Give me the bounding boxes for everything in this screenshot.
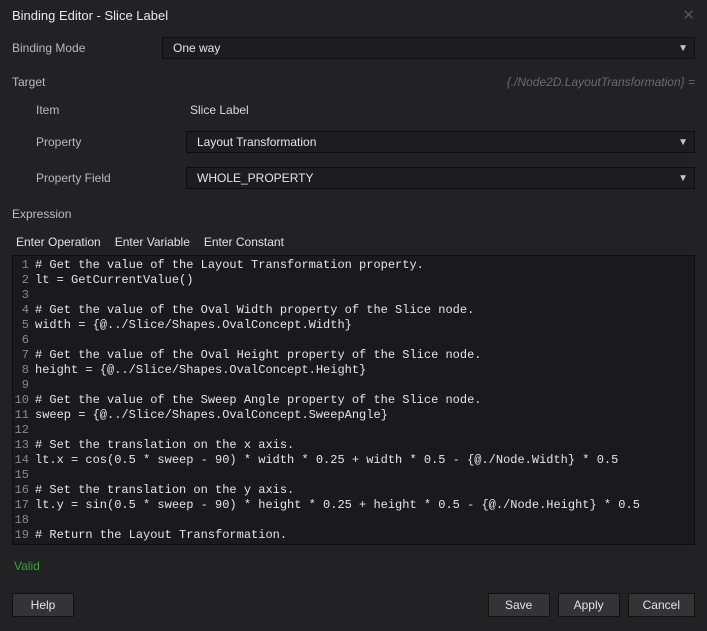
expression-panel: Enter Operation Enter Variable Enter Con… [12, 235, 695, 575]
apply-button[interactable]: Apply [558, 593, 620, 617]
code-line: 7# Get the value of the Oval Height prop… [13, 348, 694, 363]
code-line: 17lt.y = sin(0.5 * sweep - 90) * height … [13, 498, 694, 513]
code-text: width = {@../Slice/Shapes.OvalConcept.Wi… [35, 318, 352, 333]
binding-editor-window: Binding Editor - Slice Label ✕ Binding M… [0, 0, 707, 631]
property-field-label: Property Field [12, 171, 176, 185]
window-title: Binding Editor - Slice Label [12, 8, 168, 23]
save-button[interactable]: Save [488, 593, 550, 617]
enter-variable-button[interactable]: Enter Variable [115, 235, 190, 249]
code-line: 5width = {@../Slice/Shapes.OvalConcept.W… [13, 318, 694, 333]
line-number: 15 [13, 468, 35, 483]
code-text: # Get the value of the Oval Width proper… [35, 303, 474, 318]
code-text: # Get the value of the Sweep Angle prope… [35, 393, 481, 408]
item-value: Slice Label [186, 103, 249, 117]
code-line: 14lt.x = cos(0.5 * sweep - 90) * width *… [13, 453, 694, 468]
titlebar: Binding Editor - Slice Label ✕ [0, 0, 707, 37]
code-line: 18 [13, 513, 694, 528]
property-label: Property [12, 135, 176, 149]
line-number: 19 [13, 528, 35, 543]
line-number: 10 [13, 393, 35, 408]
line-number: 16 [13, 483, 35, 498]
chevron-down-icon: ▼ [678, 137, 688, 148]
line-number: 4 [13, 303, 35, 318]
chevron-down-icon: ▼ [678, 173, 688, 184]
expression-ops: Enter Operation Enter Variable Enter Con… [12, 235, 695, 249]
code-line: 4# Get the value of the Oval Width prope… [13, 303, 694, 318]
code-text: height = {@../Slice/Shapes.OvalConcept.H… [35, 363, 366, 378]
code-line: 15 [13, 468, 694, 483]
property-value: Layout Transformation [197, 135, 316, 149]
line-number: 12 [13, 423, 35, 438]
dialog-body: Binding Mode One way ▼ Target {./Node2D.… [0, 37, 707, 579]
expression-label: Expression [12, 207, 695, 221]
property-field-row: Property Field WHOLE_PROPERTY ▼ [12, 167, 695, 189]
line-number: 6 [13, 333, 35, 348]
enter-operation-button[interactable]: Enter Operation [16, 235, 101, 249]
property-select[interactable]: Layout Transformation ▼ [186, 131, 695, 153]
binding-mode-row: Binding Mode One way ▼ [12, 37, 695, 59]
line-number: 20 [13, 543, 35, 545]
help-button[interactable]: Help [12, 593, 74, 617]
line-number: 11 [13, 408, 35, 423]
cancel-button[interactable]: Cancel [628, 593, 695, 617]
code-line: 1# Get the value of the Layout Transform… [13, 258, 694, 273]
item-label: Item [12, 103, 176, 117]
code-text: # Set the translation on the x axis. [35, 438, 294, 453]
line-number: 13 [13, 438, 35, 453]
binding-mode-select[interactable]: One way ▼ [162, 37, 695, 59]
line-number: 17 [13, 498, 35, 513]
code-line: 16# Set the translation on the y axis. [13, 483, 694, 498]
code-line: 3 [13, 288, 694, 303]
code-text: lt [35, 543, 49, 545]
code-line: 19# Return the Layout Transformation. [13, 528, 694, 543]
code-line: 12 [13, 423, 694, 438]
expression-status: Valid [12, 551, 695, 575]
code-line: 13# Set the translation on the x axis. [13, 438, 694, 453]
footer: Help Save Apply Cancel [0, 579, 707, 631]
code-line: 8height = {@../Slice/Shapes.OvalConcept.… [13, 363, 694, 378]
code-text: # Return the Layout Transformation. [35, 528, 287, 543]
code-text: sweep = {@../Slice/Shapes.OvalConcept.Sw… [35, 408, 388, 423]
code-text: # Get the value of the Layout Transforma… [35, 258, 424, 273]
chevron-down-icon: ▼ [678, 43, 688, 54]
code-line: 11sweep = {@../Slice/Shapes.OvalConcept.… [13, 408, 694, 423]
enter-constant-button[interactable]: Enter Constant [204, 235, 284, 249]
code-line: 20lt [13, 543, 694, 545]
code-text: # Get the value of the Oval Height prope… [35, 348, 481, 363]
property-field-select[interactable]: WHOLE_PROPERTY ▼ [186, 167, 695, 189]
code-line: 10# Get the value of the Sweep Angle pro… [13, 393, 694, 408]
code-text: lt.y = sin(0.5 * sweep - 90) * height * … [35, 498, 640, 513]
target-row: Target {./Node2D.LayoutTransformation} = [12, 73, 695, 89]
line-number: 3 [13, 288, 35, 303]
property-row: Property Layout Transformation ▼ [12, 131, 695, 153]
code-text: # Set the translation on the y axis. [35, 483, 294, 498]
footer-button-group: Save Apply Cancel [488, 593, 695, 617]
code-line: 9 [13, 378, 694, 393]
line-number: 18 [13, 513, 35, 528]
expression-editor[interactable]: 1# Get the value of the Layout Transform… [12, 255, 695, 545]
target-label: Target [12, 75, 152, 89]
line-number: 8 [13, 363, 35, 378]
line-number: 9 [13, 378, 35, 393]
code-text: lt = GetCurrentValue() [35, 273, 193, 288]
code-text: lt.x = cos(0.5 * sweep - 90) * width * 0… [35, 453, 618, 468]
binding-mode-label: Binding Mode [12, 41, 152, 55]
line-number: 7 [13, 348, 35, 363]
property-field-value: WHOLE_PROPERTY [197, 171, 313, 185]
item-row: Item Slice Label [12, 103, 695, 117]
target-path: {./Node2D.LayoutTransformation} = [507, 75, 695, 89]
binding-mode-value: One way [173, 41, 220, 55]
code-line: 2lt = GetCurrentValue() [13, 273, 694, 288]
line-number: 5 [13, 318, 35, 333]
close-icon[interactable]: ✕ [682, 8, 695, 23]
line-number: 1 [13, 258, 35, 273]
line-number: 2 [13, 273, 35, 288]
code-line: 6 [13, 333, 694, 348]
line-number: 14 [13, 453, 35, 468]
